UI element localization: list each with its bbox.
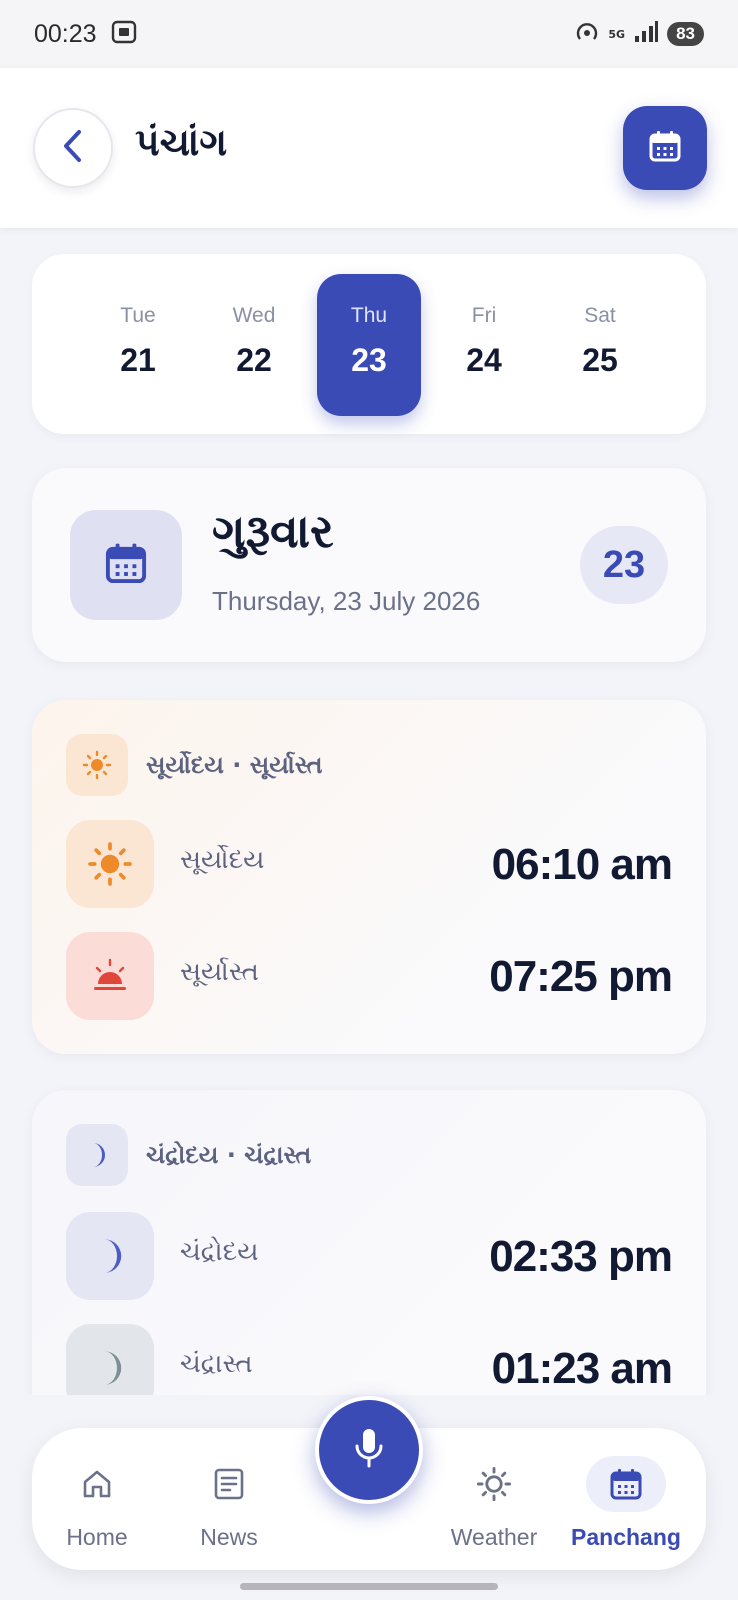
- day-name: Sat: [584, 304, 616, 327]
- calendar-icon: [648, 129, 682, 167]
- screenshot-icon: [111, 20, 137, 48]
- day-wed[interactable]: Wed 22: [202, 274, 306, 416]
- moon-section-header: ચંદ્રોદય · ચંદ્રાસ્ત: [66, 1124, 311, 1186]
- signal-icon: [633, 20, 659, 48]
- nav-home[interactable]: Home: [32, 1428, 162, 1570]
- sunrise-sunset-card: સૂર્યોદય · સૂર્યાસ્ત સૂર્યોદય 06:10 am સ…: [32, 700, 706, 1054]
- day-fri[interactable]: Fri 24: [432, 274, 536, 416]
- moonset-time: 01:23 am: [491, 1344, 673, 1393]
- nav-label: Panchang: [571, 1524, 681, 1550]
- moonrise-icon: [66, 1212, 154, 1300]
- sunset-time: 07:25 pm: [489, 952, 673, 1001]
- date-strip: Tue 21 Wed 22 Thu 23 Fri 24 Sat 25: [32, 254, 706, 434]
- moonrise-time: 02:33 pm: [489, 1232, 673, 1281]
- day-name: Tue: [120, 304, 156, 327]
- network-type: 5G: [608, 27, 626, 41]
- app-header: પંચાંગ: [0, 68, 738, 228]
- day-tue[interactable]: Tue 21: [86, 274, 190, 416]
- calendar-button[interactable]: [623, 106, 707, 190]
- day-number: 24: [466, 342, 502, 378]
- sunrise-time: 06:10 am: [491, 840, 673, 889]
- nav-panchang[interactable]: Panchang: [561, 1428, 691, 1570]
- sun-icon: [66, 734, 128, 796]
- sun-icon: [466, 1456, 522, 1512]
- status-bar: 00:23 5G 83: [0, 0, 738, 68]
- day-name: Wed: [232, 304, 276, 327]
- weekday-gujarati: ગુરૂવાર: [212, 504, 334, 558]
- hotspot-icon: [574, 19, 600, 49]
- calendar-icon: [104, 541, 148, 589]
- moonrise-moonset-card: ચંદ્રોદય · ચંદ્રાસ્ત ચંદ્રોદય 02:33 pm ચ…: [32, 1090, 706, 1430]
- sunset-icon: [66, 932, 154, 1020]
- nav-news[interactable]: News: [164, 1428, 294, 1570]
- news-icon: [201, 1456, 257, 1512]
- day-number: 23: [351, 342, 387, 378]
- day-name: Thu: [350, 304, 388, 327]
- page-title: પંચાંગ: [135, 120, 228, 164]
- nav-label: Weather: [450, 1524, 538, 1550]
- moon-icon: [66, 1124, 128, 1186]
- full-date: Thursday, 23 July 2026: [212, 586, 481, 616]
- back-button[interactable]: [33, 108, 113, 188]
- nav-weather[interactable]: Weather: [429, 1428, 559, 1570]
- day-thu[interactable]: Thu 23: [317, 274, 421, 416]
- calendar-icon: [586, 1456, 666, 1512]
- date-badge: 23: [580, 526, 668, 604]
- status-time: 00:23: [34, 19, 97, 48]
- day-number: 21: [120, 342, 156, 378]
- battery-level: 83: [667, 22, 704, 46]
- microphone-icon: [352, 1426, 386, 1474]
- moonrise-label: ચંદ્રોદય: [180, 1237, 259, 1267]
- nav-label: Home: [66, 1524, 128, 1550]
- moonset-label: ચંદ્રાસ્ત: [180, 1349, 253, 1379]
- day-name: Fri: [471, 304, 497, 327]
- voice-button[interactable]: [315, 1396, 423, 1504]
- chevron-left-icon: [58, 128, 88, 168]
- day-sat[interactable]: Sat 25: [548, 274, 652, 416]
- nav-label: News: [200, 1524, 258, 1550]
- sun-section-title: સૂર્યોદય · સૂર્યાસ્ત: [146, 751, 323, 779]
- sun-section-header: સૂર્યોદય · સૂર્યાસ્ત: [66, 734, 323, 796]
- sunrise-icon: [66, 820, 154, 908]
- home-icon: [69, 1456, 125, 1512]
- moon-section-title: ચંદ્રોદય · ચંદ્રાસ્ત: [146, 1141, 312, 1169]
- sunrise-label: સૂર્યોદય: [180, 845, 265, 875]
- day-card: ગુરૂવાર Thursday, 23 July 2026 23: [32, 468, 706, 662]
- day-number: 22: [236, 342, 272, 378]
- home-indicator: [240, 1583, 498, 1590]
- day-card-icon-box: [70, 510, 182, 620]
- sunset-label: સૂર્યાસ્ત: [180, 957, 259, 987]
- day-number: 25: [582, 342, 618, 378]
